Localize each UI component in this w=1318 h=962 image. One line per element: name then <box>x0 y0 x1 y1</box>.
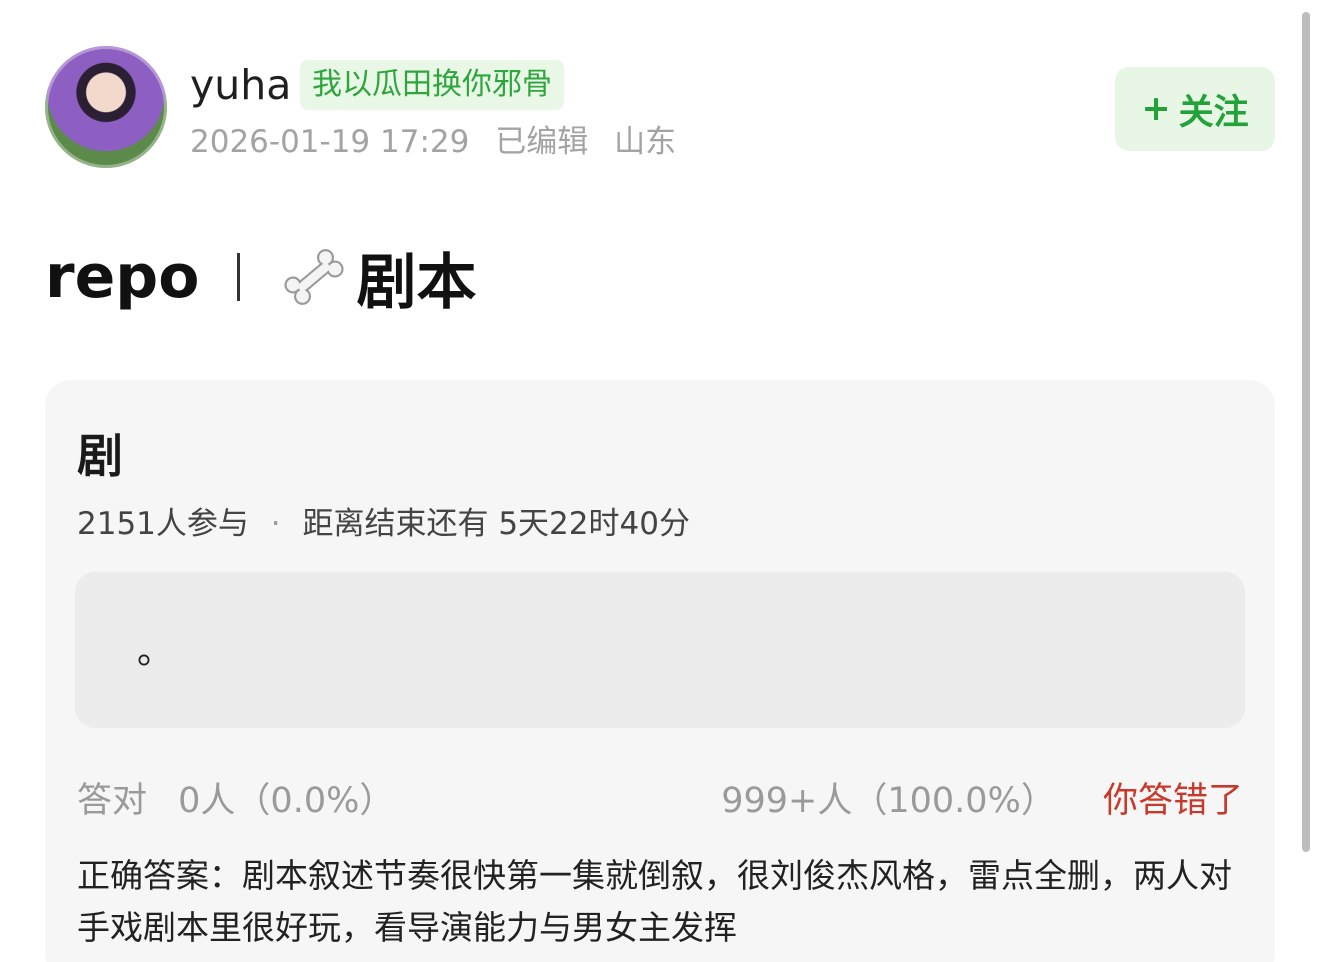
title-divider <box>237 253 241 301</box>
edited-label: 已编辑 <box>495 124 589 160</box>
correct-label: 答对 <box>77 781 148 821</box>
option-text: 。 <box>137 631 174 672</box>
follow-label: 关注 <box>1178 92 1249 133</box>
follow-button[interactable]: + 关注 <box>1115 67 1275 151</box>
quiz-stats: 2151人参与 · 距离结束还有 5天22时40分 <box>77 498 690 543</box>
correct-value: 0人（0.0%） <box>178 781 395 821</box>
quiz-option[interactable]: 。 <box>75 572 1245 728</box>
user-result: 999+人（100.0%） 你答错了 <box>721 772 1243 823</box>
title-text: 剧本 <box>356 247 477 318</box>
time-remaining: 距离结束还有 5天22时40分 <box>302 506 690 542</box>
bone-icon <box>284 249 345 305</box>
post-location: 山东 <box>614 124 677 160</box>
title-prefix: repo <box>45 242 200 312</box>
post-date: 2026-01-19 17:29 <box>190 124 470 160</box>
quiz-card: 剧 2151人参与 · 距离结束还有 5天22时40分 。 答对 0人（0.0%… <box>45 380 1275 962</box>
avatar[interactable] <box>45 46 167 168</box>
user-badge: 我以瓜田换你邪骨 <box>300 60 564 110</box>
correct-answer: 正确答案：剧本叙述节奏很快第一集就倒叙，很刘俊杰风格，雷点全删，两人对手戏剧本里… <box>77 856 1232 947</box>
other-count: 999+人（100.0%） <box>721 781 1056 821</box>
username[interactable]: yuha <box>190 60 291 110</box>
participants-count: 2151人参与 <box>77 506 249 542</box>
quiz-title: 剧 <box>77 429 123 483</box>
post-title: repo 剧本 <box>45 232 476 322</box>
post-meta: 2026-01-19 17:29 已编辑 山东 <box>190 120 692 164</box>
wrong-label: 你答错了 <box>1102 781 1243 821</box>
correct-result: 答对 0人（0.0%） <box>77 772 394 823</box>
plus-icon: + <box>1141 89 1171 129</box>
stats-separator: · <box>270 506 281 542</box>
post-page: yuha 我以瓜田换你邪骨 2026-01-19 17:29 已编辑 山东 + … <box>0 0 1318 962</box>
scrollbar[interactable] <box>1302 12 1310 852</box>
